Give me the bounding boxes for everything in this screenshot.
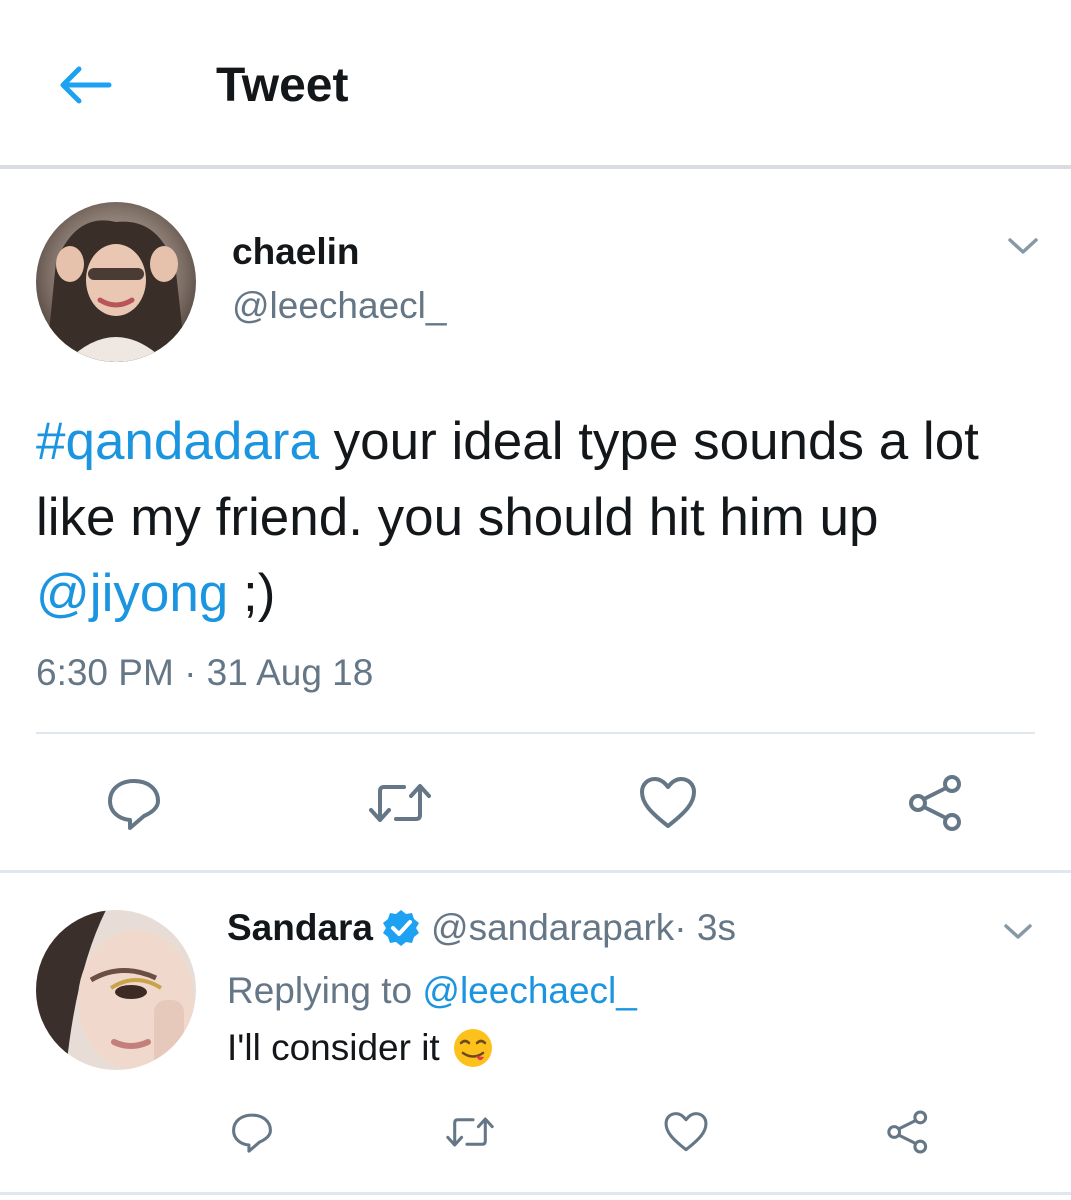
replying-to: Replying to @leechaecl_ — [227, 968, 637, 1014]
retweet-button[interactable] — [440, 1104, 500, 1160]
heart-icon — [664, 1112, 708, 1152]
reply-button[interactable] — [222, 1104, 282, 1160]
reply-header: Sandara @sandarapark · 3s — [227, 906, 736, 950]
reply-icon — [232, 1113, 272, 1153]
retweet-button[interactable] — [362, 768, 438, 838]
divider — [0, 1192, 1071, 1195]
tweet-text: #qandadara your ideal type sounds a lot … — [36, 404, 1036, 632]
divider — [36, 732, 1035, 734]
reply-icon — [108, 779, 160, 830]
like-button[interactable] — [630, 768, 706, 838]
share-button[interactable] — [898, 768, 974, 838]
author-handle[interactable]: @sandarapark — [431, 906, 674, 950]
emoji-icon — [453, 1029, 492, 1067]
tweet-text-part: ;) — [228, 564, 276, 623]
tweet-menu-button[interactable] — [1000, 226, 1046, 266]
top-app-bar — [0, 0, 1071, 165]
replying-to-link[interactable]: @leechaecl_ — [422, 970, 636, 1011]
reply-time: · 3s — [674, 907, 736, 948]
author-handle[interactable]: @leechaecl_ — [232, 284, 446, 328]
replying-prefix: Replying to — [227, 970, 423, 1011]
tweet-timestamp[interactable]: 6:30 PM · 31 Aug 18 — [36, 650, 373, 696]
reply-button[interactable] — [96, 768, 172, 838]
mention-link[interactable]: @jiyong — [36, 564, 228, 623]
tweet-menu-button[interactable] — [995, 912, 1041, 952]
chevron-down-icon — [1004, 924, 1032, 939]
profile-photo-sandara — [36, 910, 196, 1070]
share-icon — [909, 775, 961, 831]
tweet-separator — [0, 870, 1071, 873]
verified-badge — [381, 908, 421, 948]
reply-text-body: I'll consider it — [227, 1027, 440, 1068]
heart-icon — [640, 777, 696, 828]
share-icon — [887, 1110, 928, 1154]
reply-text: I'll consider it — [227, 1025, 494, 1071]
profile-photo-chaelin — [36, 202, 196, 362]
retweet-icon — [369, 784, 431, 822]
back-button[interactable] — [52, 55, 118, 115]
page-title: Tweet — [216, 59, 349, 112]
hashtag-link[interactable]: #qandadara — [36, 412, 319, 471]
verified-badge-icon — [383, 910, 420, 946]
retweet-icon — [446, 1117, 494, 1147]
arrow-left-icon — [60, 66, 112, 104]
face-savouring-food-emoji — [452, 1027, 494, 1069]
author-name[interactable]: chaelin — [232, 230, 360, 274]
chevron-down-icon — [1008, 238, 1038, 254]
header-divider — [0, 165, 1071, 169]
avatar[interactable] — [36, 202, 196, 362]
share-button[interactable] — [878, 1104, 938, 1160]
author-name[interactable]: Sandara — [227, 906, 373, 950]
like-button[interactable] — [656, 1104, 716, 1160]
avatar[interactable] — [36, 910, 196, 1070]
